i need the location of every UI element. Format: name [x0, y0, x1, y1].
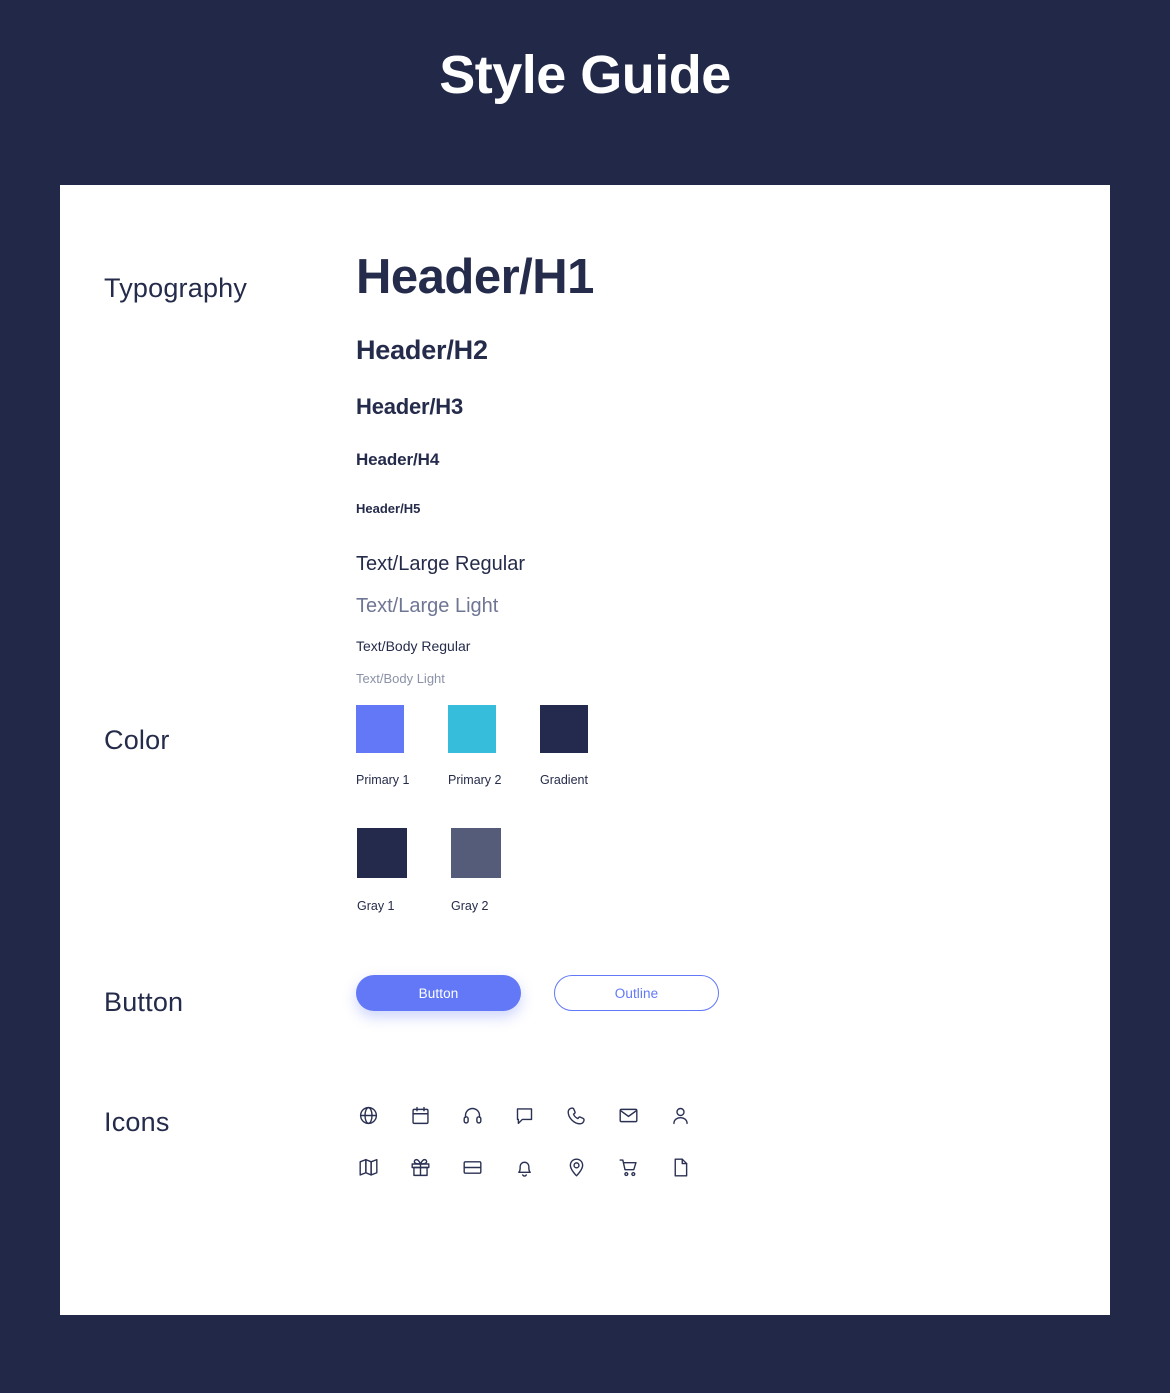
outline-button[interactable]: Outline	[554, 975, 719, 1011]
section-label-typography: Typography	[104, 273, 248, 303]
gift-icon[interactable]	[408, 1155, 432, 1179]
swatch-chip	[357, 828, 407, 878]
type-sample-body-regular: Text/Body Regular	[356, 637, 471, 654]
shopping-cart-icon[interactable]	[616, 1155, 640, 1179]
swatch-label: Gray 1	[357, 899, 395, 913]
section-label-color: Color	[104, 725, 170, 755]
swatch-chip	[451, 828, 501, 878]
type-sample-h3: Header/H3	[356, 393, 464, 419]
calendar-icon[interactable]	[408, 1103, 432, 1127]
swatch-label: Gradient	[540, 773, 588, 787]
chat-icon[interactable]	[512, 1103, 536, 1127]
bell-icon[interactable]	[512, 1155, 536, 1179]
type-sample-h2: Header/H2	[356, 334, 488, 365]
type-sample-h1: Header/H1	[356, 250, 594, 304]
type-sample-body-light: Text/Body Light	[356, 670, 445, 686]
typography-samples: Header/H1 Header/H2 Header/H3 Header/H4 …	[356, 250, 1056, 686]
color-swatch-primary-1[interactable]: Primary 1	[356, 705, 448, 787]
credit-card-icon[interactable]	[460, 1155, 484, 1179]
style-guide-card: Typography Header/H1 Header/H2 Header/H3…	[60, 185, 1110, 1315]
swatch-label: Primary 2	[448, 773, 502, 787]
color-swatch-gray-1[interactable]: Gray 1	[357, 828, 451, 913]
color-swatch-row-primary: Primary 1 Primary 2 Gradient	[356, 705, 1056, 787]
swatch-label: Primary 1	[356, 773, 410, 787]
headphones-icon[interactable]	[460, 1103, 484, 1127]
type-sample-h5: Header/H5	[356, 500, 421, 516]
envelope-icon[interactable]	[616, 1103, 640, 1127]
page-title: Style Guide	[439, 45, 731, 105]
filled-button[interactable]: Button	[356, 975, 521, 1011]
color-swatches: Primary 1 Primary 2 Gradient Gray 1 Gray…	[356, 705, 1056, 913]
button-samples: Button Outline	[356, 975, 1056, 1011]
section-label-button: Button	[104, 987, 184, 1017]
location-pin-icon[interactable]	[564, 1155, 588, 1179]
phone-icon[interactable]	[564, 1103, 588, 1127]
icon-gallery	[356, 1095, 1056, 1179]
globe-icon[interactable]	[356, 1103, 380, 1127]
type-sample-h4: Header/H4	[356, 449, 440, 469]
color-swatch-primary-2[interactable]: Primary 2	[448, 705, 540, 787]
map-icon[interactable]	[356, 1155, 380, 1179]
swatch-chip	[448, 705, 496, 753]
color-swatch-gray-2[interactable]: Gray 2	[451, 828, 545, 913]
swatch-chip	[540, 705, 588, 753]
document-icon[interactable]	[668, 1155, 692, 1179]
section-label-icons: Icons	[104, 1107, 170, 1137]
color-swatch-gradient[interactable]: Gradient	[540, 705, 632, 787]
swatch-label: Gray 2	[451, 899, 489, 913]
type-sample-large-regular: Text/Large Regular	[356, 552, 525, 575]
color-swatch-row-gray: Gray 1 Gray 2	[356, 828, 1056, 913]
type-sample-large-light: Text/Large Light	[356, 594, 499, 617]
swatch-chip	[356, 705, 404, 753]
user-icon[interactable]	[668, 1103, 692, 1127]
